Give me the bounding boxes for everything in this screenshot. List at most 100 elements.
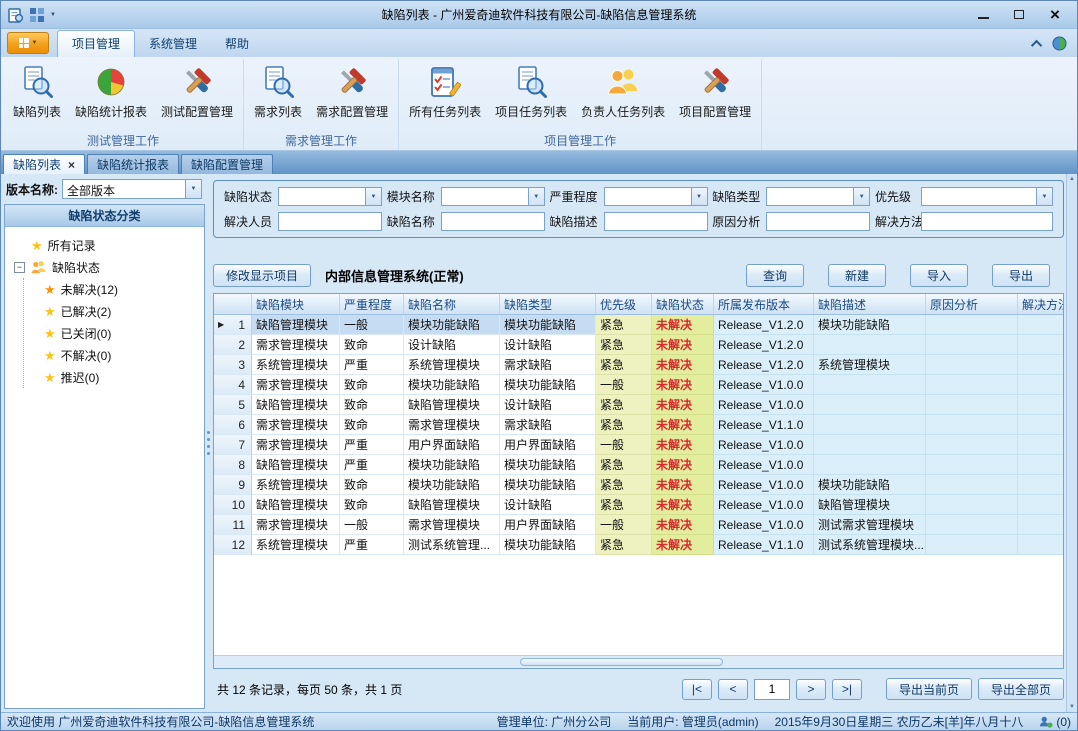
table-cell[interactable]: Release_V1.0.0	[714, 515, 814, 535]
table-cell[interactable]	[926, 355, 1018, 375]
row-selector-cell[interactable]: 9	[214, 475, 252, 495]
table-cell[interactable]: 测试需求管理模块	[814, 515, 926, 535]
ribbon-button[interactable]: 项目配置管理	[672, 63, 758, 122]
query-button[interactable]: 查询	[746, 264, 804, 287]
collapse-expander-icon[interactable]: −	[14, 262, 25, 273]
table-row[interactable]: 6需求管理模块致命需求管理模块需求缺陷紧急未解决Release_V1.1.0	[214, 415, 1063, 435]
table-cell[interactable]	[814, 335, 926, 355]
column-header[interactable]: 缺陷名称	[404, 294, 500, 314]
table-cell[interactable]: Release_V1.2.0	[714, 315, 814, 335]
table-cell[interactable]: 一般	[340, 315, 404, 335]
filter-input[interactable]	[441, 212, 545, 231]
row-selector-cell[interactable]: 11	[214, 515, 252, 535]
table-cell[interactable]	[814, 435, 926, 455]
table-cell[interactable]: 紧急	[596, 315, 652, 335]
table-cell[interactable]: 设计缺陷	[500, 335, 596, 355]
table-cell[interactable]: 缺陷管理模块	[404, 495, 500, 515]
table-cell[interactable]: 未解决	[652, 375, 714, 395]
row-selector-cell[interactable]: 2	[214, 335, 252, 355]
filter-field-input[interactable]	[922, 213, 1052, 230]
row-selector-cell[interactable]: 10	[214, 495, 252, 515]
export-current-page-button[interactable]: 导出当前页	[886, 678, 972, 700]
table-cell[interactable]: 模块功能缺陷	[814, 475, 926, 495]
table-cell[interactable]: 系统管理模块	[404, 355, 500, 375]
table-cell[interactable]: 缺陷管理模块	[404, 395, 500, 415]
column-header[interactable]: 缺陷描述	[814, 294, 926, 314]
table-cell[interactable]: 模块功能缺陷	[404, 375, 500, 395]
table-cell[interactable]: 模块功能缺陷	[404, 315, 500, 335]
export-button[interactable]: 导出	[992, 264, 1050, 287]
first-page-button[interactable]: |<	[682, 679, 712, 700]
table-cell[interactable]: 模块功能缺陷	[404, 455, 500, 475]
table-cell[interactable]: 紧急	[596, 535, 652, 555]
table-cell[interactable]: 模块功能缺陷	[500, 315, 596, 335]
chevron-down-icon[interactable]: ▼	[185, 180, 201, 198]
table-cell[interactable]: 紧急	[596, 335, 652, 355]
table-cell[interactable]: Release_V1.2.0	[714, 335, 814, 355]
table-cell[interactable]: 用户界面缺陷	[404, 435, 500, 455]
table-cell[interactable]: Release_V1.0.0	[714, 435, 814, 455]
ribbon-button[interactable]: 项目任务列表	[488, 63, 574, 122]
table-cell[interactable]: 系统管理模块	[252, 535, 340, 555]
table-cell[interactable]: 缺陷管理模块	[814, 495, 926, 515]
table-cell[interactable]: 模块功能缺陷	[404, 475, 500, 495]
ribbon-button[interactable]: 缺陷统计报表	[68, 63, 154, 122]
table-cell[interactable]: 未解决	[652, 415, 714, 435]
modify-columns-button[interactable]: 修改显示项目	[213, 264, 311, 287]
chevron-down-icon[interactable]: ▼	[528, 188, 544, 205]
table-cell[interactable]: 致命	[340, 475, 404, 495]
table-cell[interactable]: 需求管理模块	[252, 375, 340, 395]
table-cell[interactable]: 用户界面缺陷	[500, 515, 596, 535]
filter-select[interactable]: ▼	[921, 187, 1053, 206]
row-selector-cell[interactable]: 4	[214, 375, 252, 395]
table-cell[interactable]: 需求缺陷	[500, 415, 596, 435]
table-cell[interactable]	[926, 515, 1018, 535]
chevron-down-icon[interactable]: ▼	[365, 188, 381, 205]
version-combobox[interactable]: 全部版本 ▼	[62, 179, 202, 199]
table-cell[interactable]	[1018, 455, 1063, 475]
table-cell[interactable]	[926, 315, 1018, 335]
last-page-button[interactable]: >|	[832, 679, 862, 700]
table-cell[interactable]: Release_V1.0.0	[714, 475, 814, 495]
filter-field-input[interactable]	[922, 188, 1052, 205]
table-cell[interactable]	[1018, 355, 1063, 375]
table-row[interactable]: 3系统管理模块严重系统管理模块需求缺陷紧急未解决Release_V1.2.0系统…	[214, 355, 1063, 375]
table-cell[interactable]: 致命	[340, 395, 404, 415]
collapse-ribbon-icon[interactable]	[1031, 39, 1042, 50]
table-row[interactable]: 7需求管理模块严重用户界面缺陷用户界面缺陷一般未解决Release_V1.0.0	[214, 435, 1063, 455]
filter-input[interactable]	[278, 212, 382, 231]
table-cell[interactable]	[814, 415, 926, 435]
ribbon-button[interactable]: 测试配置管理	[154, 63, 240, 122]
table-cell[interactable]: 紧急	[596, 395, 652, 415]
chevron-down-icon[interactable]: ▼	[1036, 188, 1052, 205]
ribbon-tab-project[interactable]: 项目管理	[57, 30, 135, 57]
tree-item[interactable]: ★所有记录	[7, 234, 202, 256]
table-cell[interactable]: 未解决	[652, 475, 714, 495]
table-row[interactable]: 12系统管理模块严重测试系统管理...模块功能缺陷紧急未解决Release_V1…	[214, 535, 1063, 555]
vertical-scrollbar[interactable]: ▲ ▼	[1066, 174, 1077, 712]
table-cell[interactable]	[1018, 515, 1063, 535]
row-selector-cell[interactable]: 12	[214, 535, 252, 555]
table-cell[interactable]	[1018, 415, 1063, 435]
table-cell[interactable]: 设计缺陷	[500, 395, 596, 415]
maximize-button[interactable]	[1001, 3, 1037, 27]
table-cell[interactable]	[814, 375, 926, 395]
table-cell[interactable]: 未解决	[652, 395, 714, 415]
scroll-down-icon[interactable]: ▼	[1069, 704, 1075, 710]
row-selector-cell[interactable]: 5	[214, 395, 252, 415]
prev-page-button[interactable]: <	[718, 679, 748, 700]
table-cell[interactable]	[1018, 475, 1063, 495]
filter-select[interactable]: ▼	[441, 187, 545, 206]
doc-tab-defect-report[interactable]: 缺陷统计报表	[87, 154, 179, 174]
table-cell[interactable]: 严重	[340, 455, 404, 475]
table-cell[interactable]: 未解决	[652, 535, 714, 555]
table-cell[interactable]: Release_V1.2.0	[714, 355, 814, 375]
table-cell[interactable]: Release_V1.0.0	[714, 495, 814, 515]
table-cell[interactable]: 需求管理模块	[404, 515, 500, 535]
table-cell[interactable]: 紧急	[596, 415, 652, 435]
table-row[interactable]: 11需求管理模块一般需求管理模块用户界面缺陷一般未解决Release_V1.0.…	[214, 515, 1063, 535]
table-cell[interactable]	[1018, 395, 1063, 415]
filter-input[interactable]	[921, 212, 1053, 231]
table-cell[interactable]: 设计缺陷	[500, 495, 596, 515]
table-cell[interactable]: 系统管理模块	[252, 475, 340, 495]
